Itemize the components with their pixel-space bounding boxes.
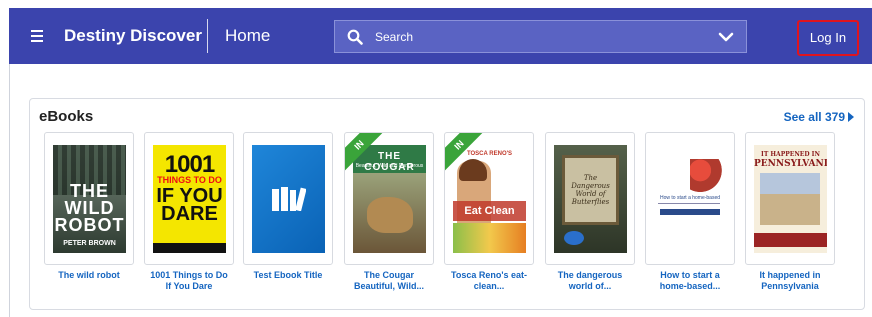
cover-text: ROBOT	[54, 215, 125, 235]
cover-art	[564, 231, 584, 245]
book-title[interactable]: 1001 Things to Do If You Dare	[144, 270, 234, 292]
book-title[interactable]: How to start a home-based...	[645, 270, 735, 292]
book-cover-card[interactable]	[243, 132, 333, 265]
content-left-border	[9, 64, 10, 317]
book-cover[interactable]: IT HAPPENED IN PENNSYLVANIA	[754, 145, 827, 253]
cover-art	[760, 173, 820, 225]
cover-art: The Dangerous World of Butterflies	[562, 155, 619, 225]
app-title[interactable]: Destiny Discover	[64, 26, 202, 46]
book-cover[interactable]: THE COUGAR Beautiful, Wild and Dangerous	[353, 145, 426, 253]
book-cover[interactable]	[252, 145, 325, 253]
book-card[interactable]: How to start a home-based How to start a…	[645, 132, 735, 292]
see-all-link[interactable]: See all 379	[784, 110, 854, 124]
book-card[interactable]: TOSCA RENO'S Eat Clean IN Tosca Reno's e…	[444, 132, 534, 292]
book-card[interactable]: 1001 THINGS TO DO IF YOU DARE 1001 Thing…	[144, 132, 234, 292]
book-title[interactable]: The Cougar Beautiful, Wild...	[344, 270, 434, 292]
cover-art	[367, 197, 413, 233]
book-card[interactable]: The Dangerous World of Butterflies The d…	[545, 132, 635, 292]
cover-text: Eat Clean	[453, 201, 526, 221]
cover-art	[660, 209, 720, 215]
top-navigation-bar: Destiny Discover Home Search Log In	[9, 8, 872, 64]
book-cover-card[interactable]: THE COUGAR Beautiful, Wild and Dangerous…	[344, 132, 434, 265]
book-cover-card[interactable]: 1001 THINGS TO DO IF YOU DARE	[144, 132, 234, 265]
cover-art	[153, 243, 226, 253]
cover-text: THE COUGAR	[364, 151, 415, 173]
chevron-down-icon[interactable]	[718, 31, 734, 43]
book-cover-card[interactable]: The Dangerous World of Butterflies	[545, 132, 635, 265]
cover-title: THE WILD ROBOT	[53, 182, 126, 235]
search-input[interactable]: Search	[375, 30, 413, 44]
book-title[interactable]: Test Ebook Title	[243, 270, 333, 281]
cover-text: How to start a home-based	[660, 195, 721, 201]
book-card[interactable]: Test Ebook Title	[243, 132, 333, 281]
book-cover[interactable]: The Dangerous World of Butterflies	[554, 145, 627, 253]
home-link[interactable]: Home	[225, 26, 270, 46]
book-cover-card[interactable]: How to start a home-based	[645, 132, 735, 265]
cover-art	[459, 159, 487, 181]
arrow-right-icon	[848, 112, 854, 122]
cover-art	[453, 223, 526, 253]
ebooks-panel: eBooks See all 379 THE WILD ROBOT PETER …	[29, 98, 865, 310]
book-card[interactable]: THE WILD ROBOT PETER BROWN The wild robo…	[44, 132, 134, 281]
book-title[interactable]: It happened in Pennsylvania	[745, 270, 835, 292]
search-bar[interactable]: Search	[334, 20, 747, 53]
cover-art	[658, 203, 720, 204]
cover-text: PENNSYLVANIA	[754, 159, 827, 169]
book-cover-card[interactable]: TOSCA RENO'S Eat Clean IN	[444, 132, 534, 265]
book-title[interactable]: The wild robot	[44, 270, 134, 281]
books-icon	[272, 187, 306, 211]
book-title[interactable]: Tosca Reno's eat-clean...	[444, 270, 534, 292]
book-cover-card[interactable]: THE WILD ROBOT PETER BROWN	[44, 132, 134, 265]
book-cover[interactable]: How to start a home-based	[654, 145, 727, 253]
see-all-label[interactable]: See all 379	[784, 110, 845, 124]
book-cover-card[interactable]: IT HAPPENED IN PENNSYLVANIA	[745, 132, 835, 265]
section-title: eBooks	[39, 108, 94, 125]
book-cover[interactable]: 1001 THINGS TO DO IF YOU DARE	[153, 145, 226, 253]
cover-art	[754, 233, 827, 247]
book-card[interactable]: IT HAPPENED IN PENNSYLVANIA It happened …	[745, 132, 835, 292]
cover-text: Beautiful, Wild and Dangerous	[355, 163, 424, 169]
book-cover[interactable]: TOSCA RENO'S Eat Clean	[453, 145, 526, 253]
hamburger-menu-icon[interactable]	[31, 30, 43, 42]
book-cover[interactable]: THE WILD ROBOT PETER BROWN	[53, 145, 126, 253]
cover-author: PETER BROWN	[63, 240, 116, 247]
cover-text: IT HAPPENED IN	[761, 151, 820, 158]
cover-text: IF YOU DARE	[156, 185, 223, 225]
cover-art	[690, 159, 724, 197]
book-title[interactable]: The dangerous world of...	[545, 270, 635, 292]
cover-text: THINGS TO DO	[157, 175, 222, 185]
login-button[interactable]: Log In	[797, 20, 859, 56]
cover-text: The Dangerous World of Butterflies	[571, 174, 610, 206]
cover-text: TOSCA RENO'S	[466, 151, 513, 157]
header-divider	[207, 19, 208, 53]
search-icon	[347, 29, 363, 45]
book-card[interactable]: THE COUGAR Beautiful, Wild and Dangerous…	[344, 132, 434, 292]
